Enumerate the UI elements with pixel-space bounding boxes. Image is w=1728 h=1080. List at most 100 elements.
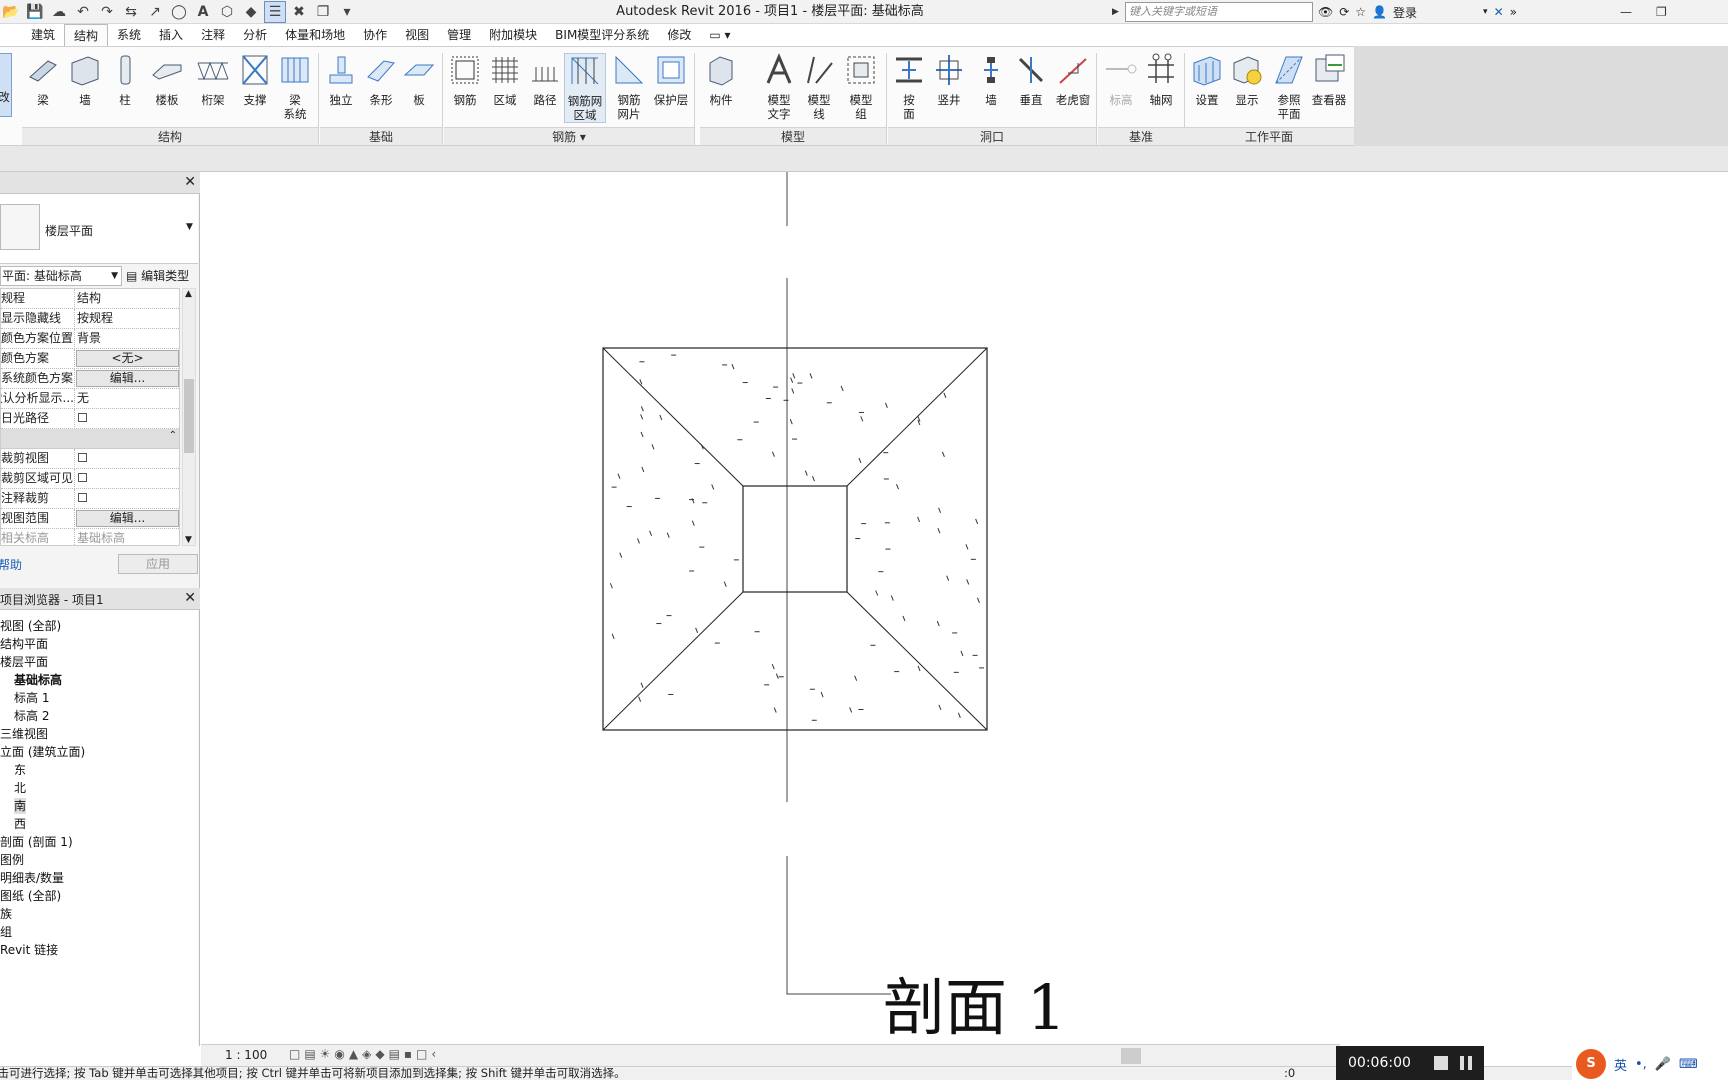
vertical-opening-button[interactable]: 垂直 (1010, 53, 1052, 107)
scroll-up-icon[interactable]: ▲ (185, 289, 192, 299)
drawing-canvas[interactable]: 剖面 1 (201, 172, 1728, 1044)
stop-icon[interactable] (1434, 1056, 1448, 1070)
tab-insert[interactable]: 插入 (150, 24, 192, 46)
view-control-icons[interactable]: □▤☀◉▲◈◆▤▪□‹ (289, 1047, 440, 1061)
property-row[interactable]: 相关标高 基础标高 (1, 529, 179, 545)
close-hidden-icon[interactable]: ✖ (288, 1, 310, 23)
tree-item-floor-plans[interactable]: 楼层平面 (0, 654, 48, 670)
ime-language[interactable]: 英 (1614, 1055, 1627, 1074)
sun-path-checkbox[interactable] (78, 413, 87, 422)
panel-model[interactable]: 模型 (700, 127, 886, 145)
brace-button[interactable]: 支撑 (234, 53, 276, 107)
isolated-foundation-button[interactable]: 独立 (320, 53, 362, 107)
punctuation-icon[interactable]: •, (1635, 1057, 1647, 1072)
user-icon[interactable]: 👤 (1372, 5, 1387, 19)
dimension-icon[interactable]: ↗ (144, 1, 166, 23)
measure-icon[interactable]: ⇆ (120, 1, 142, 23)
properties-scrollbar[interactable]: ▲ ▼ (182, 288, 196, 546)
tree-item-east[interactable]: 东 (14, 762, 26, 778)
panel-workplane[interactable]: 工作平面 (1184, 127, 1354, 145)
tab-manage[interactable]: 管理 (438, 24, 480, 46)
show-workplane-button[interactable]: 显示 (1226, 53, 1268, 107)
rebar-button[interactable]: 钢筋 (444, 53, 486, 107)
annotation-crop-checkbox[interactable] (78, 493, 87, 502)
horizontal-scrollbar-thumb[interactable] (1121, 1048, 1141, 1064)
section-head-line[interactable] (786, 856, 891, 995)
more-icon[interactable]: » (1510, 5, 1517, 19)
star-icon[interactable]: ☆ (1355, 5, 1366, 19)
tree-item-elevations[interactable]: 立面 (建筑立面) (0, 744, 85, 760)
apply-button[interactable]: 应用 (118, 554, 198, 574)
grid-button[interactable]: 轴网 (1140, 53, 1182, 107)
tab-view[interactable]: 视图 (396, 24, 438, 46)
level-button[interactable]: 标高 (1100, 53, 1142, 107)
viewer-button[interactable]: 查看器 (1308, 53, 1350, 107)
property-row[interactable]: 规程 结构 (1, 289, 179, 309)
rebar-cover-button[interactable]: 保护层 (650, 53, 692, 107)
binoculars-icon[interactable]: 👁 (1318, 5, 1333, 19)
restore-icon[interactable]: ❐ (1656, 5, 1667, 19)
3d-view-icon[interactable]: ⬡ (216, 1, 238, 23)
search-expand-icon[interactable]: ▶ (1112, 2, 1124, 22)
subscription-icon[interactable]: ⟳ (1339, 5, 1349, 19)
scrollbar-thumb[interactable] (184, 379, 194, 453)
chevron-down-icon[interactable]: ▼ (186, 222, 193, 232)
tab-collaborate[interactable]: 协作 (354, 24, 396, 46)
section-label[interactable]: 剖面 1 (883, 971, 1066, 1044)
path-rebar-button[interactable]: 路径 (524, 53, 566, 107)
beam-system-button[interactable]: 梁 系统 (274, 53, 316, 121)
property-row[interactable]: 显示隐藏线 按规程 (1, 309, 179, 329)
save-icon[interactable]: 💾 (24, 1, 46, 23)
collapse-icon[interactable]: ⌃ (169, 430, 177, 441)
crop-view-checkbox[interactable] (78, 453, 87, 462)
tree-item-level-2[interactable]: 标高 2 (14, 708, 49, 724)
ribbon-display-toggle-icon[interactable]: ▭ ▾ (700, 24, 739, 46)
tab-structure[interactable]: 结构 (64, 24, 109, 46)
fabric-sheet-button[interactable]: 钢筋 网片 (608, 53, 650, 121)
text-icon[interactable]: A (192, 1, 214, 23)
view-scale[interactable]: 1 : 100 (225, 1048, 267, 1062)
instance-filter-select[interactable]: 平面: 基础标高 ▼ (0, 266, 122, 286)
model-group-button[interactable]: 模型 组 (840, 53, 882, 121)
type-selector[interactable]: 楼层平面 ▼ (0, 194, 198, 264)
close-icon[interactable]: ✕ (184, 174, 196, 190)
tree-item-level-1[interactable]: 标高 1 (14, 690, 49, 706)
properties-help-link[interactable]: 属性帮助 (0, 556, 22, 573)
login-link[interactable]: 登录 (1393, 4, 1417, 21)
wall-button[interactable]: 墙 (64, 53, 106, 107)
slab-foundation-button[interactable]: 板 (398, 53, 440, 107)
truss-button[interactable]: 桁架 (192, 53, 234, 107)
tree-item-sections[interactable]: 剖面 (剖面 1) (0, 834, 73, 850)
tab-systems[interactable]: 系统 (108, 24, 150, 46)
crop-region-visible-checkbox[interactable] (78, 473, 87, 482)
panel-foundation[interactable]: 基础 (320, 127, 442, 145)
tree-item-revit-links[interactable]: Revit 链接 (0, 942, 58, 958)
tree-item-legends[interactable]: 图例 (0, 852, 24, 868)
tree-item-south[interactable]: 南 (14, 798, 27, 814)
property-row[interactable]: 默认分析显示...无 (1, 389, 179, 409)
panel-reinforcement[interactable]: 钢筋 ▾ (444, 127, 694, 145)
panel-datum[interactable]: 基准 (1098, 127, 1184, 145)
customize-qat-icon[interactable]: ▾ (336, 1, 358, 23)
column-button[interactable]: 柱 (104, 53, 146, 107)
redo-icon[interactable]: ↷ (96, 1, 118, 23)
tree-item-families[interactable]: 族 (0, 906, 12, 922)
wall-opening-button[interactable]: 墙 (970, 53, 1012, 107)
tab-bim-score[interactable]: BIM模型评分系统 (546, 24, 658, 46)
opening-by-face-button[interactable]: 按 面 (888, 53, 930, 121)
tree-item-groups[interactable]: 组 (0, 924, 12, 940)
edit-type-button[interactable]: ▤ 编辑类型 (126, 266, 198, 286)
login-dropdown-icon[interactable]: ▾ (1483, 7, 1488, 17)
tab-addins[interactable]: 附加模块 (480, 24, 546, 46)
property-row[interactable]: 颜色方案位置 背景 (1, 329, 179, 349)
tree-item-base-level[interactable]: 基础标高 (14, 672, 62, 688)
sogou-logo-icon[interactable]: S (1576, 1049, 1606, 1079)
set-workplane-button[interactable]: 设置 (1186, 53, 1228, 107)
switch-window-icon[interactable]: ❐ (312, 1, 334, 23)
tree-item-west[interactable]: 西 (14, 816, 26, 832)
beam-button[interactable]: 梁 (22, 53, 64, 107)
thin-lines-icon[interactable]: ☰ (264, 1, 286, 23)
reference-plane-button[interactable]: 参照 平面 (1268, 53, 1310, 121)
tab-architecture[interactable]: 建筑 (22, 24, 64, 46)
tree-item-north[interactable]: 北 (14, 780, 26, 796)
